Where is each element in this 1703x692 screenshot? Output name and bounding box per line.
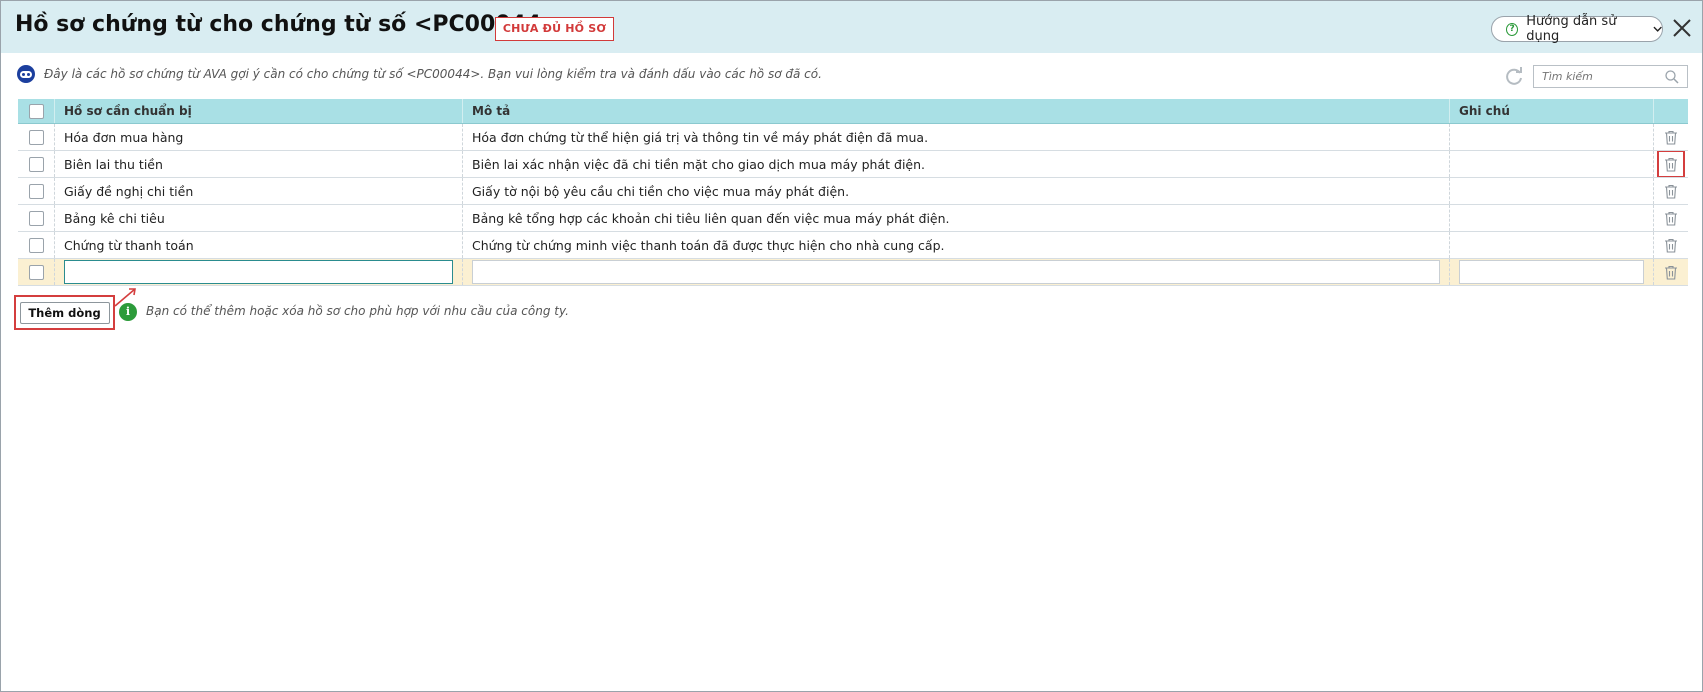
add-row-button[interactable]: Thêm dòng	[19, 301, 110, 324]
delete-row-button[interactable]	[1658, 259, 1684, 285]
search-box[interactable]	[1533, 65, 1688, 88]
select-all-cell	[18, 99, 55, 123]
document-description: Giấy tờ nội bộ yêu cầu chi tiền cho việc…	[463, 178, 1450, 204]
dialog-window: Hồ sơ chứng từ cho chứng từ số <PC00044>…	[0, 0, 1703, 692]
new-document-name-input[interactable]	[64, 260, 453, 284]
delete-row-button[interactable]	[1658, 178, 1684, 204]
row-checkbox[interactable]	[28, 237, 44, 253]
row-checkbox[interactable]	[28, 183, 44, 199]
trash-icon	[1665, 157, 1677, 172]
document-name: Biên lai thu tiền	[55, 151, 463, 177]
document-name: Hóa đơn mua hàng	[55, 124, 463, 150]
document-note	[1450, 232, 1654, 258]
info-icon: i	[119, 303, 137, 321]
question-circle-icon: ?	[1506, 22, 1519, 36]
footer-hint: Bạn có thể thêm hoặc xóa hồ sơ cho phù h…	[146, 304, 569, 318]
table-header: Hồ sơ cần chuẩn bị Mô tả Ghi chú	[18, 99, 1688, 124]
close-icon[interactable]	[1671, 17, 1693, 39]
new-table-row[interactable]	[18, 259, 1688, 286]
trash-icon	[1665, 238, 1677, 253]
document-description: Biên lai xác nhận việc đã chi tiền mặt c…	[463, 151, 1450, 177]
table-row[interactable]: Hóa đơn mua hàng Hóa đơn chứng từ thể hi…	[18, 124, 1688, 151]
help-button-label: Hướng dẫn sử dụng	[1526, 14, 1617, 44]
add-row-highlight: Thêm dòng	[14, 295, 115, 330]
page-title: Hồ sơ chứng từ cho chứng từ số <PC00044>	[15, 12, 560, 37]
trash-icon	[1665, 265, 1677, 280]
row-checkbox[interactable]	[28, 210, 44, 226]
delete-row-button[interactable]	[1658, 205, 1684, 231]
document-description: Bảng kê tổng hợp các khoản chi tiêu liên…	[463, 205, 1450, 231]
row-checkbox[interactable]	[28, 129, 44, 145]
row-checkbox[interactable]	[28, 264, 44, 280]
search-input[interactable]	[1542, 70, 1652, 83]
document-description: Hóa đơn chứng từ thể hiện giá trị và thô…	[463, 124, 1450, 150]
table-row[interactable]: Bảng kê chi tiêu Bảng kê tổng hợp các kh…	[18, 205, 1688, 232]
row-checkbox[interactable]	[28, 156, 44, 172]
document-note	[1450, 151, 1654, 177]
new-document-note-input[interactable]	[1459, 260, 1644, 284]
document-name: Bảng kê chi tiêu	[55, 205, 463, 231]
documents-table: Hồ sơ cần chuẩn bị Mô tả Ghi chú Hóa đơn…	[18, 99, 1688, 286]
column-header-description[interactable]: Mô tả	[463, 99, 1450, 123]
document-description: Chứng từ chứng minh việc thanh toán đã đ…	[463, 232, 1450, 258]
table-row[interactable]: Giấy đề nghị chi tiền Giấy tờ nội bộ yêu…	[18, 178, 1688, 205]
document-name: Chứng từ thanh toán	[55, 232, 463, 258]
trash-icon	[1665, 130, 1677, 145]
trash-icon	[1665, 211, 1677, 226]
delete-row-button[interactable]	[1658, 232, 1684, 258]
help-button[interactable]: ? Hướng dẫn sử dụng	[1491, 14, 1663, 44]
column-header-name[interactable]: Hồ sơ cần chuẩn bị	[55, 99, 463, 123]
info-bar: Đây là các hồ sơ chứng từ AVA gợi ý cần …	[17, 64, 822, 84]
search-icon[interactable]	[1665, 69, 1679, 84]
delete-row-button[interactable]	[1658, 124, 1684, 150]
delete-row-button[interactable]	[1657, 151, 1685, 177]
table-row[interactable]: Biên lai thu tiền Biên lai xác nhận việc…	[18, 151, 1688, 178]
table-row[interactable]: Chứng từ thanh toán Chứng từ chứng minh …	[18, 232, 1688, 259]
column-header-note[interactable]: Ghi chú	[1450, 99, 1654, 123]
document-note	[1450, 178, 1654, 204]
info-text: Đây là các hồ sơ chứng từ AVA gợi ý cần …	[44, 67, 822, 81]
document-name: Giấy đề nghị chi tiền	[55, 178, 463, 204]
status-badge: CHƯA ĐỦ HỒ SƠ	[495, 17, 614, 41]
document-note	[1450, 205, 1654, 231]
chevron-down-icon	[1653, 26, 1662, 32]
new-document-description-input[interactable]	[472, 260, 1440, 284]
dialog-header: Hồ sơ chứng từ cho chứng từ số <PC00044>…	[1, 1, 1702, 53]
column-header-actions	[1654, 99, 1688, 123]
trash-icon	[1665, 184, 1677, 199]
select-all-checkbox[interactable]	[28, 103, 44, 119]
document-note	[1450, 124, 1654, 150]
refresh-icon[interactable]	[1503, 65, 1525, 87]
ava-assistant-icon	[17, 65, 35, 83]
